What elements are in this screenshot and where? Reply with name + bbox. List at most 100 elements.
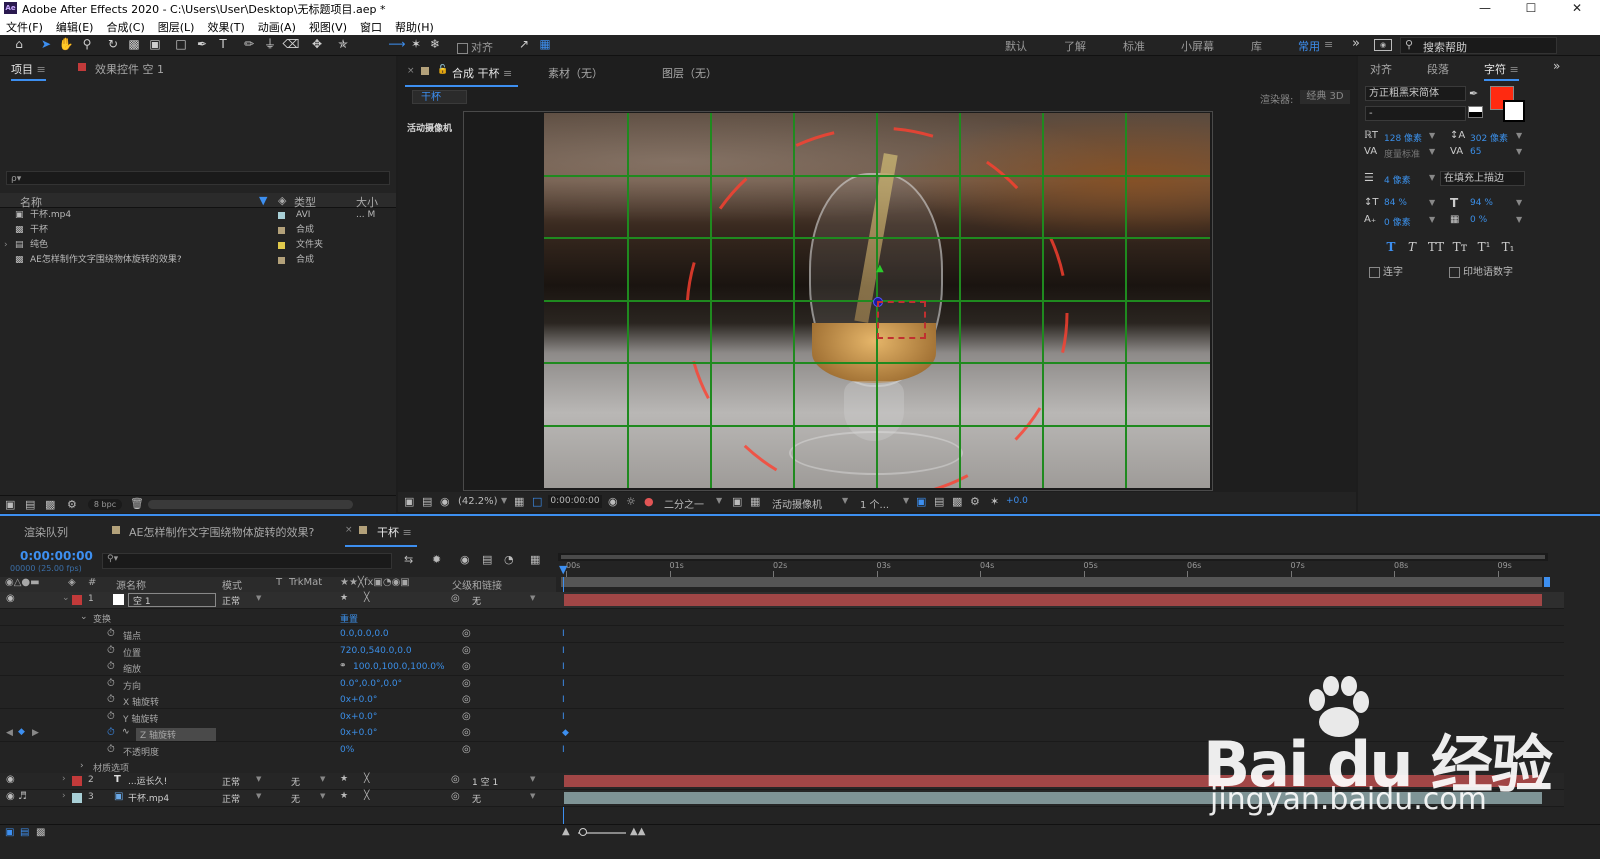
- chevron-down-icon[interactable]: ▼: [1516, 147, 1522, 156]
- stopwatch-icon[interactable]: ⏱: [107, 645, 115, 656]
- chevron-down-icon[interactable]: ▼: [501, 496, 507, 505]
- interpret-footage-icon[interactable]: ▣: [5, 498, 15, 511]
- tab-footage[interactable]: 素材（无）: [548, 65, 603, 81]
- layer-row[interactable]: ◉ ⌄ 1 空 1 正常 ▼ ★ ╳ ◎ 无 ▼: [0, 592, 1564, 609]
- fast-previews-icon[interactable]: ▤: [934, 495, 944, 508]
- chevron-down-icon[interactable]: ▼: [716, 496, 722, 505]
- workspace-standard[interactable]: 标准: [1123, 38, 1145, 54]
- property-value[interactable]: 0x+0.0°: [340, 695, 377, 705]
- quality-switch-icon[interactable]: ╳: [364, 791, 369, 801]
- zoom-select[interactable]: (42.2%): [458, 496, 498, 507]
- chevron-down-icon[interactable]: ▼: [1429, 147, 1435, 156]
- workspace-learn[interactable]: 了解: [1064, 38, 1086, 54]
- chevron-right-icon[interactable]: ›: [4, 238, 8, 253]
- always-preview-icon[interactable]: ▣: [404, 495, 414, 508]
- property-value[interactable]: 100.0,100.0,100.0%: [353, 662, 445, 672]
- property-value[interactable]: 0.0,0.0,0.0: [340, 629, 389, 639]
- more-panels-icon[interactable]: »: [1553, 59, 1560, 73]
- stopwatch-icon[interactable]: ⏱: [107, 744, 115, 755]
- menu-file[interactable]: 文件(F): [0, 17, 50, 35]
- blend-mode-select[interactable]: 正常: [222, 775, 240, 788]
- header-source-name[interactable]: 源名称: [116, 577, 146, 592]
- timeline-search-input[interactable]: ⚲▾: [102, 553, 392, 569]
- stopwatch-icon[interactable]: ⏱: [107, 661, 115, 672]
- bit-depth-button[interactable]: 8 bpc: [88, 499, 122, 510]
- close-tab-icon[interactable]: ×: [407, 66, 415, 76]
- graph-icon[interactable]: ∿: [122, 727, 130, 737]
- leading-value[interactable]: 302 像素: [1470, 131, 1508, 144]
- comp-viewer[interactable]: ▲: [544, 113, 1210, 488]
- expression-pickwhip-icon[interactable]: ◎: [462, 727, 471, 738]
- zoom-slider-handle[interactable]: [579, 828, 587, 836]
- show-snapshot-icon[interactable]: ☼: [626, 495, 636, 508]
- pan-behind-tool-icon[interactable]: ▣: [146, 37, 164, 52]
- chevron-down-icon[interactable]: ▼: [1516, 215, 1522, 224]
- label-tag-icon[interactable]: ◈: [278, 194, 286, 207]
- tab-layer[interactable]: 图层（无）: [662, 65, 717, 81]
- trkmat-select[interactable]: 无: [291, 792, 300, 805]
- chevron-down-icon[interactable]: ▼: [1516, 131, 1522, 140]
- stopwatch-icon[interactable]: ⏱: [107, 678, 115, 689]
- shy-switch-icon[interactable]: ★: [340, 774, 348, 784]
- monitor-icon[interactable]: ▤: [422, 495, 432, 508]
- chevron-down-icon[interactable]: ▼: [1429, 173, 1435, 182]
- puppet-tool-icon[interactable]: ✯: [334, 37, 352, 52]
- snap-option-icon[interactable]: ↗: [515, 37, 533, 52]
- graph-editor-icon[interactable]: ▦: [530, 553, 540, 566]
- y-axis-gizmo-icon[interactable]: ▲: [876, 263, 884, 274]
- menu-composition[interactable]: 合成(C): [100, 17, 151, 35]
- tab-character[interactable]: 字符 ≡: [1484, 61, 1519, 81]
- expression-pickwhip-icon[interactable]: ◎: [462, 661, 471, 672]
- project-item[interactable]: ▩ AE怎样制作文字围绕物体旋转的效果? 合成: [0, 253, 396, 268]
- selection-tool-icon[interactable]: ➤: [37, 37, 55, 52]
- new-folder-icon[interactable]: ▤: [25, 498, 35, 511]
- project-item[interactable]: › ▤ 纯色 文件夹: [0, 238, 396, 253]
- view-axis-icon[interactable]: ❄: [426, 37, 444, 52]
- close-tab-icon[interactable]: ×: [345, 525, 353, 535]
- chevron-down-icon[interactable]: ▼: [1429, 131, 1435, 140]
- blend-mode-select[interactable]: 正常: [222, 594, 240, 607]
- project-item[interactable]: ▩ 干杯 合成: [0, 223, 396, 238]
- channel-icon[interactable]: ●: [644, 495, 654, 508]
- baseline-shift-value[interactable]: 0 像素: [1384, 215, 1411, 228]
- layer-label-swatch[interactable]: [72, 793, 82, 803]
- sort-arrow-icon[interactable]: ▼: [259, 194, 267, 207]
- snapshot-icon[interactable]: ◉: [608, 495, 618, 508]
- modes-toggle-icon[interactable]: ▤: [20, 827, 29, 838]
- stopwatch-icon[interactable]: ⏱: [107, 727, 115, 738]
- tab-render-queue[interactable]: 渲染队列: [24, 524, 68, 540]
- 3d-view-select[interactable]: 活动摄像机: [772, 496, 822, 511]
- trash-icon[interactable]: 🗑: [130, 497, 144, 510]
- stopwatch-icon[interactable]: ⏱: [107, 711, 115, 722]
- chevron-down-icon[interactable]: ▼: [1429, 198, 1435, 207]
- chevron-down-icon[interactable]: ▼: [320, 775, 325, 783]
- flowchart-icon[interactable]: ⚙: [67, 498, 77, 511]
- comp-mini-flowchart-icon[interactable]: ⇆: [404, 553, 413, 566]
- transparency-grid-icon[interactable]: ▦: [750, 495, 760, 508]
- audio-icon[interactable]: ♬: [18, 791, 27, 802]
- default-colors-icon[interactable]: [1468, 106, 1483, 118]
- property-value[interactable]: 0x+0.0°: [340, 728, 377, 738]
- parent-select[interactable]: 1 空 1: [472, 775, 498, 788]
- expression-pickwhip-icon[interactable]: ◎: [462, 694, 471, 705]
- parent-select[interactable]: 无: [472, 594, 481, 607]
- stopwatch-icon[interactable]: ⏱: [107, 694, 115, 705]
- next-keyframe-icon[interactable]: ▶: [32, 728, 39, 738]
- font-family-select[interactable]: 方正粗黑宋简体: [1365, 86, 1466, 101]
- blend-mode-select[interactable]: 正常: [222, 792, 240, 805]
- label-color-swatch[interactable]: [278, 257, 285, 264]
- timeline-timecode[interactable]: 0:00:00:00: [20, 549, 93, 563]
- workspace-libraries[interactable]: 库: [1251, 38, 1262, 54]
- libraries-sync-icon[interactable]: ◉: [1374, 39, 1392, 51]
- visibility-eye-icon[interactable]: ◉: [6, 593, 15, 604]
- faux-bold-button[interactable]: T: [1382, 240, 1400, 254]
- expression-pickwhip-icon[interactable]: ◎: [462, 744, 471, 755]
- pickwhip-icon[interactable]: ◎: [451, 774, 460, 785]
- layer-name[interactable]: 空 1: [128, 593, 216, 607]
- home-icon[interactable]: ⌂: [10, 37, 28, 52]
- chevron-down-icon[interactable]: ▼: [842, 496, 848, 505]
- transform-reset-link[interactable]: 重置: [340, 612, 358, 625]
- small-caps-button[interactable]: Tт: [1448, 240, 1472, 254]
- header-trkmat[interactable]: TrkMat: [289, 577, 322, 588]
- project-search-input[interactable]: ρ▾: [6, 171, 390, 185]
